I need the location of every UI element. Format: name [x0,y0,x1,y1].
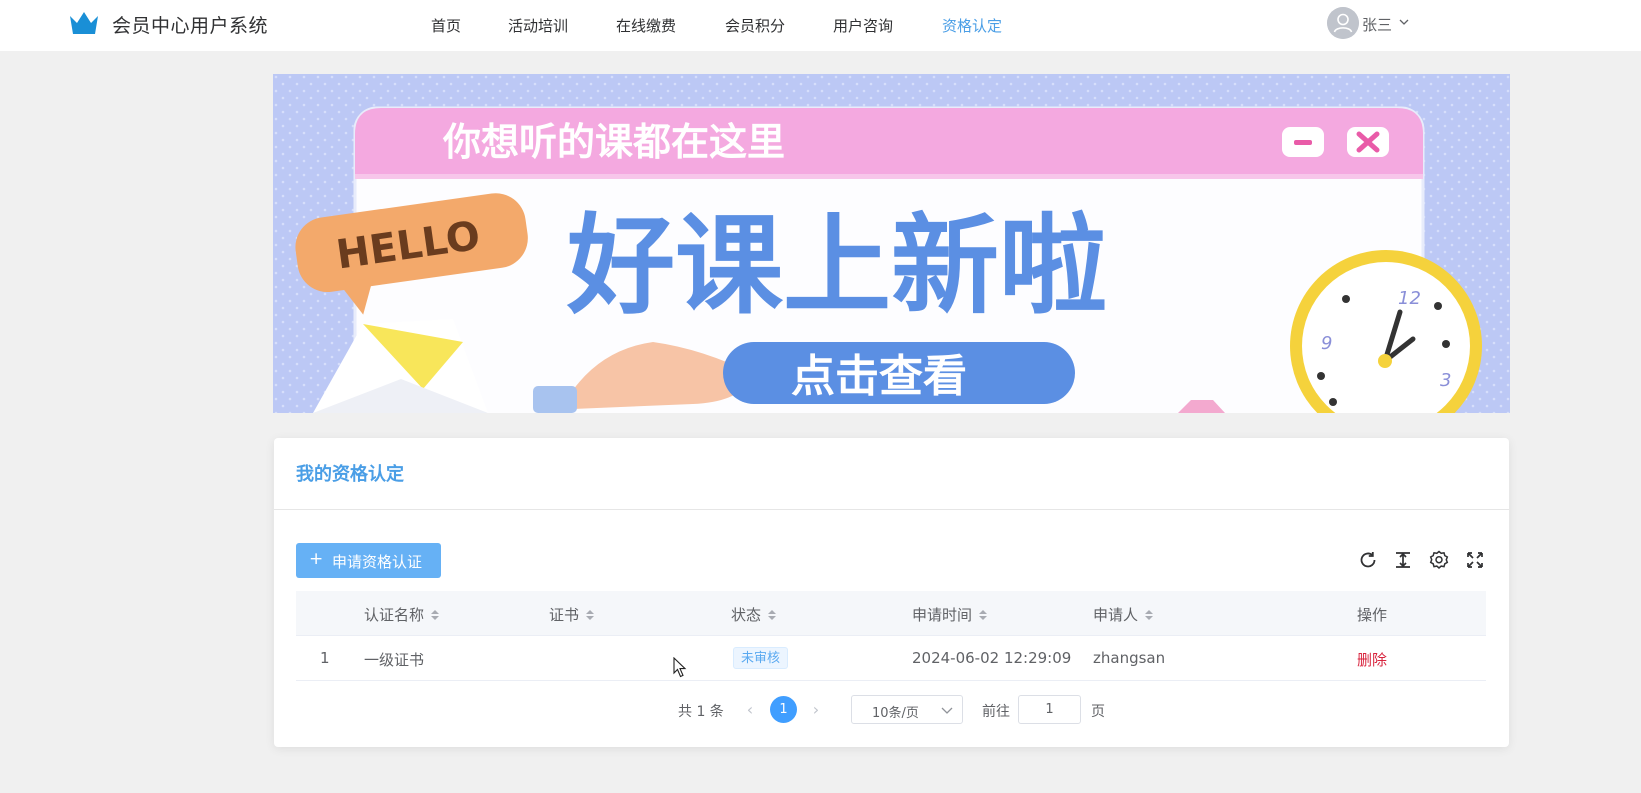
apply-button-label: 申请资格认证 [332,553,423,571]
sort-icon[interactable] [585,607,595,623]
row-applicant: zhangsan [1093,649,1166,667]
prev-page-icon[interactable]: ‹ [742,700,758,720]
col-header-name[interactable]: 认证名称 [364,604,440,625]
table-header: 认证名称 证书 状态 申请时间 申请人 操作 [296,591,1486,636]
nav-qualification[interactable]: 资格认定 [942,15,1002,36]
crown-logo-icon [70,12,98,34]
col-header-certificate[interactable]: 证书 [549,604,595,625]
sort-icon[interactable] [1144,607,1154,623]
apply-qualification-button[interactable]: + 申请资格认证 [296,543,441,578]
pagination-total: 共 1 条 [678,704,724,720]
col-header-status[interactable]: 状态 [731,604,777,625]
page-suffix-label: 页 [1091,704,1105,720]
col-header-apply-time[interactable]: 申请时间 [912,604,988,625]
row-apply-time: 2024-06-02 12:29:09 [912,649,1072,667]
col-header-action: 操作 [1357,606,1388,624]
top-header: 会员中心用户系统 首页 活动培训 在线缴费 会员积分 用户咨询 资格认定 张三 [0,0,1641,51]
nav-user-consult[interactable]: 用户咨询 [833,15,893,36]
col-header-name-label: 认证名称 [364,606,425,624]
page-size-value: 10条/页 [872,706,919,721]
col-header-certificate-label: 证书 [549,606,580,624]
fullscreen-icon[interactable] [1464,549,1486,571]
mouse-cursor-icon [673,657,687,678]
goto-page-input[interactable] [1018,695,1081,724]
nav-activity-training[interactable]: 活动培训 [508,15,568,36]
user-avatar-icon [1327,7,1359,39]
nav-member-points[interactable]: 会员积分 [725,15,785,36]
sort-icon[interactable] [978,607,988,623]
clock-number-3: 3 [1440,370,1451,391]
goto-label: 前往 [982,704,1010,720]
col-header-status-label: 状态 [731,606,762,624]
avatar[interactable] [1327,7,1359,39]
qualification-card: 我的资格认定 + 申请资格认证 认证名称 证书 状态 申请时间 申请人 操作 1… [274,438,1509,747]
chevron-down-icon[interactable] [1398,16,1410,28]
card-title: 我的资格认定 [296,464,404,485]
page-size-select[interactable]: 10条/页 [851,695,963,724]
sort-icon[interactable] [430,607,440,623]
col-header-applicant-label: 申请人 [1093,606,1139,624]
user-name[interactable]: 张三 [1362,14,1392,35]
delete-button[interactable]: 删除 [1357,649,1387,670]
plus-icon: + [309,549,324,569]
pagination: 共 1 条 ‹ 1 › 10条/页 前往 页 [274,695,1509,725]
divider [274,509,1509,510]
banner-cta-button: 点击查看 [791,351,967,402]
nav-home[interactable]: 首页 [431,15,461,36]
row-name: 一级证书 [364,651,425,669]
refresh-icon[interactable] [1357,549,1379,571]
sort-icon[interactable] [767,607,777,623]
settings-icon[interactable] [1428,549,1450,571]
banner-headline: 好课上新啦 [566,204,1107,329]
nav-online-payment[interactable]: 在线缴费 [616,15,676,36]
page-number-current[interactable]: 1 [770,696,797,723]
column-height-icon[interactable] [1392,549,1414,571]
brand-title: 会员中心用户系统 [112,15,269,37]
status-badge: 未审核 [733,647,789,669]
table-row: 1 一级证书 未审核 2024-06-02 12:29:09 zhangsan … [296,636,1486,681]
next-page-icon[interactable]: › [808,700,824,720]
clock-number-12: 12 [1398,288,1421,309]
clock-number-9: 9 [1321,333,1332,354]
row-index: 1 [320,649,330,667]
chevron-down-icon [941,707,953,714]
col-header-apply-time-label: 申请时间 [912,606,973,624]
promo-banner[interactable]: 你想听的课都在这里 好课上新啦 HELLO 点击查看 12 3 9 [273,74,1510,413]
col-header-applicant[interactable]: 申请人 [1093,604,1154,625]
banner-window-title: 你想听的课都在这里 [442,120,785,164]
